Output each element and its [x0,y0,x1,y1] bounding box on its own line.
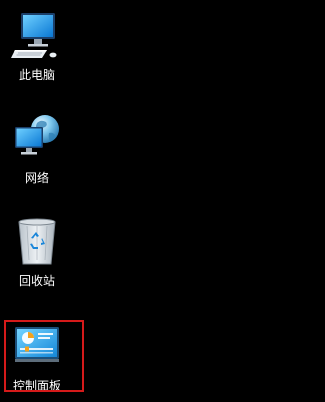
desktop-icon-label: 回收站 [18,274,55,288]
desktop-icon-label: 控制面板 [12,379,61,393]
recycle-bin-icon [18,218,56,265]
desktop-icon-label: 网络 [24,171,49,185]
desktop-icon-control-panel[interactable]: 控制面板 [0,321,77,393]
desktop-icon-label: 此电脑 [18,68,55,82]
desktop-icon-recycle-bin[interactable]: 回收站 [0,216,77,288]
control-panel-icon [15,327,59,362]
desktop-icon-network[interactable]: 网络 [0,113,77,185]
computer-icon [11,13,57,58]
network-globe-icon [15,115,59,155]
desktop-icon-this-pc[interactable]: 此电脑 [0,10,77,82]
desktop[interactable]: 此电脑 网络 回收站 控制面板 [0,0,325,402]
